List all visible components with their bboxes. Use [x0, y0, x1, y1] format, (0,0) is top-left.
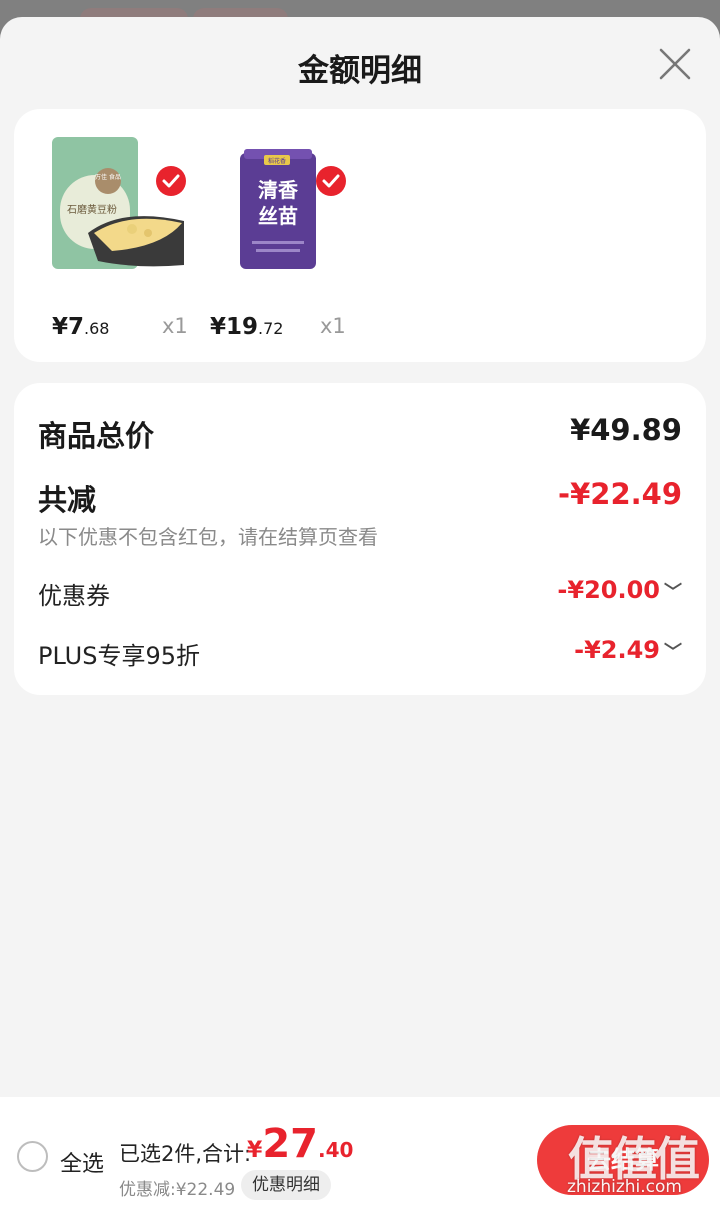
discount-detail-button[interactable]: 优惠明细 [241, 1170, 331, 1200]
product-item[interactable]: 稻花香 清香 丝苗 ¥19.72 x1 [172, 127, 346, 340]
discount-note: 以下优惠不包含红包，请在结算页查看 [38, 525, 378, 549]
product-image-soybean-flour: 万佳 食品 石磨黄豆粉 [52, 137, 184, 269]
product-label-text: 石磨黄豆粉 [67, 203, 117, 216]
plus-discount-label: PLUS专享95折 [38, 642, 200, 670]
total-price-value: ¥49.89 [570, 413, 682, 447]
checked-icon[interactable] [316, 166, 346, 196]
reduction-value: -¥22.49 [558, 477, 682, 511]
watermark-url: zhizhizhi.com [567, 1177, 682, 1197]
price-integer: ¥19 [210, 314, 259, 340]
coupon-row-value[interactable]: -¥20.00 ﹀ [557, 576, 682, 604]
product-brand-text: 稻花香 [268, 157, 286, 165]
coupon-label: 优惠券 [38, 582, 110, 610]
product-quantity: x1 [320, 314, 346, 338]
total-price-label: 商品总价 [38, 419, 155, 453]
product-price: ¥19.72 [210, 314, 283, 340]
product-item[interactable]: 万佳 食品 石磨黄豆粉 ¥7.68 x1 [14, 127, 188, 340]
close-icon [659, 48, 691, 80]
select-all-radio[interactable] [17, 1141, 48, 1172]
product-list-card: 万佳 食品 石磨黄豆粉 ¥7.68 x1 稻花香 清香 丝苗 ¥19.72 x1 [14, 109, 706, 362]
reduction-label: 共减 [38, 483, 97, 517]
select-all-label[interactable]: 全选 [60, 1146, 104, 1178]
coupon-value: -¥20.00 [557, 576, 660, 604]
checkout-bar: 全选 已选2件,合计: ¥27.40 优惠减:¥22.49 优惠明细 去结算 值… [0, 1097, 720, 1205]
product-brand-text: 万佳 食品 [95, 173, 121, 181]
plus-discount-value: -¥2.49 [574, 636, 660, 664]
product-label-text: 丝苗 [258, 204, 298, 228]
price-decimal: .72 [258, 319, 284, 338]
amount-detail-sheet: 金额明细 万佳 食品 石磨黄豆粉 ¥7.68 x1 稻花香 清香 丝苗 ¥19.… [0, 17, 720, 1205]
price-summary-card: 商品总价 ¥49.89 共减 -¥22.49 以下优惠不包含红包，请在结算页查看… [14, 383, 706, 695]
total-decimal: .40 [317, 1138, 354, 1162]
plus-discount-row-value[interactable]: -¥2.49 ﹀ [574, 636, 682, 664]
product-label-text: 清香 [258, 178, 299, 202]
total-amount: ¥27.40 [247, 1121, 353, 1167]
price-decimal: .68 [84, 319, 110, 338]
selected-count-text: 已选2件,合计: [119, 1142, 252, 1166]
close-button[interactable] [656, 45, 694, 83]
product-image-rice: 稻花香 清香 丝苗 [240, 149, 316, 269]
total-integer: 27 [262, 1121, 318, 1167]
chevron-down-icon: ﹀ [664, 582, 682, 603]
product-price: ¥7.68 [52, 314, 109, 340]
currency-symbol: ¥ [247, 1138, 263, 1163]
discount-amount-text: 优惠减:¥22.49 [119, 1180, 236, 1200]
sheet-title: 金额明细 [298, 53, 422, 89]
price-integer: ¥7 [52, 314, 85, 340]
chevron-down-icon: ﹀ [664, 642, 682, 663]
